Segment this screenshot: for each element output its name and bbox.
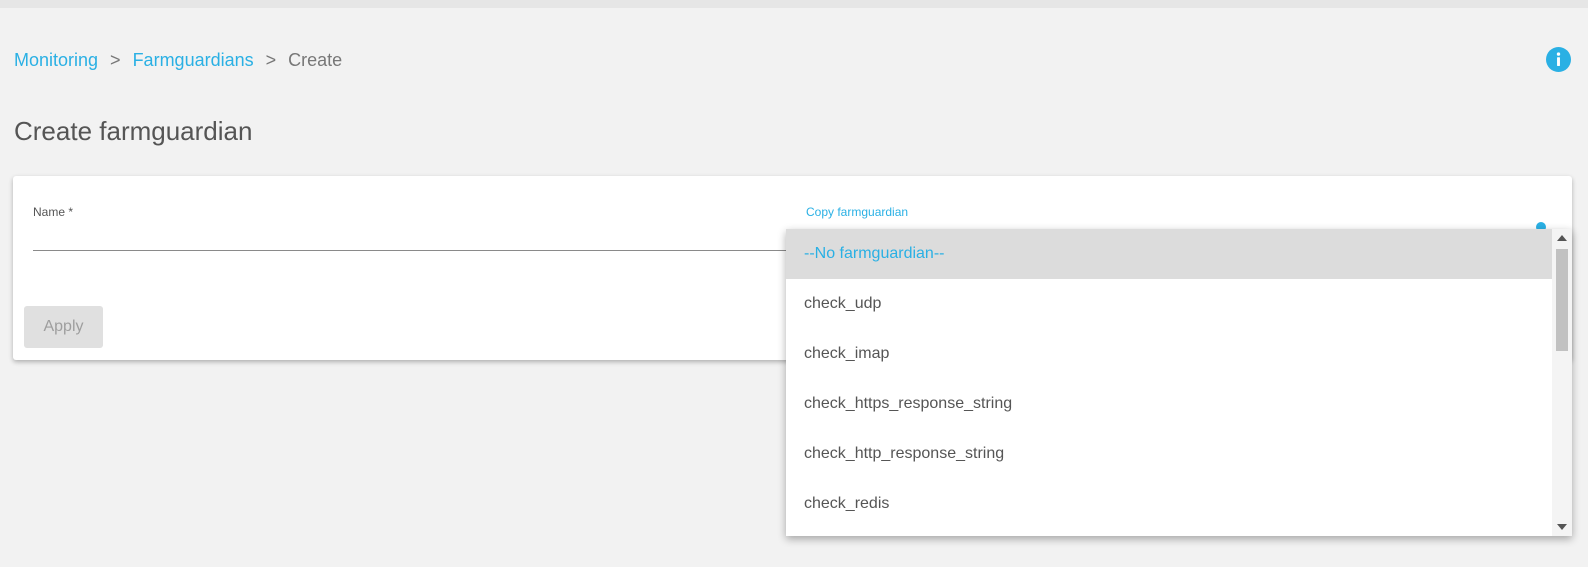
breadcrumb-farmguardians-link[interactable]: Farmguardians [133,48,254,72]
scroll-down-arrow-icon[interactable] [1557,524,1567,530]
info-icon[interactable] [1546,47,1571,72]
scroll-up-arrow-icon[interactable] [1557,235,1567,241]
dropdown-option-check-udp[interactable]: check_udp [786,279,1552,329]
dropdown-option-check-redis[interactable]: check_redis [786,479,1552,529]
breadcrumb-separator: > [265,50,277,70]
dropdown-option-check-imap[interactable]: check_imap [786,329,1552,379]
breadcrumb-monitoring-link[interactable]: Monitoring [14,48,98,72]
dropdown-scrollbar[interactable] [1552,229,1572,536]
dropdown-options: --No farmguardian-- check_udp check_imap… [786,229,1552,529]
dropdown-option-check-http-response-string[interactable]: check_http_response_string [786,429,1552,479]
name-input[interactable] [33,226,795,251]
top-bar [0,0,1588,8]
name-field-label: Name * [33,205,74,219]
breadcrumb-separator: > [110,50,121,70]
breadcrumb-current: Create [288,50,343,70]
dropdown-option-check-https-response-string[interactable]: check_https_response_string [786,379,1552,429]
apply-button[interactable]: Apply [24,306,103,348]
breadcrumb: Monitoring > Farmguardians > Create [14,48,342,72]
copy-farmguardian-label: Copy farmguardian [806,205,909,219]
page-title: Create farmguardian [14,116,253,146]
copy-farmguardian-dropdown[interactable]: --No farmguardian-- check_udp check_imap… [786,229,1572,536]
dropdown-option-no-farmguardian[interactable]: --No farmguardian-- [786,229,1552,279]
scrollbar-thumb[interactable] [1556,249,1568,351]
